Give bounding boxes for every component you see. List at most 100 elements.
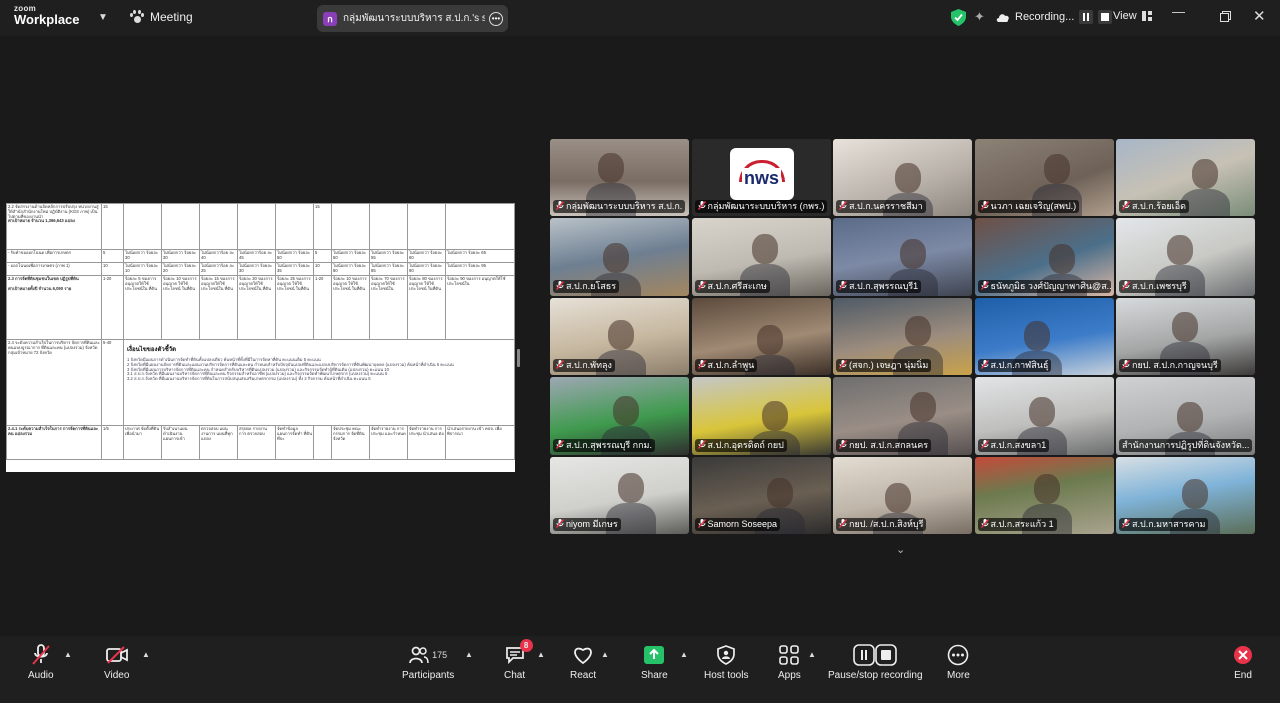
participant-tile[interactable]: (สจก.) เจษฎา นุ่มนิ่ม (833, 297, 972, 376)
microphone-muted-icon (556, 280, 564, 290)
split-view-handle[interactable] (517, 349, 520, 367)
participant-tile[interactable]: กยป. ส.ป.ก.กาญจนบุรี (1116, 297, 1255, 376)
participant-tile[interactable]: ส.ป.ก.พัทลุง (550, 297, 689, 376)
participant-name-text: niyom มีเกษร (566, 518, 618, 529)
video-button[interactable]: Video (104, 644, 129, 681)
view-menu[interactable]: View (1113, 10, 1152, 22)
video-options-caret-icon[interactable]: ▲ (142, 650, 150, 659)
video-off-icon (105, 646, 128, 664)
participant-tile[interactable]: ส.ป.ก.สุพรรณบุรี กกม. (550, 377, 689, 455)
participant-tile[interactable]: กยป. /ส.ป.ก.สิงห์บุรี (833, 456, 972, 534)
microphone-muted-icon (556, 439, 564, 449)
person-silhouette (900, 239, 926, 270)
share-caret-icon[interactable]: ▲ (680, 650, 688, 659)
participant-name: กยป. /ส.ป.ก.สิงห์บุรี (836, 517, 927, 531)
more-button[interactable]: More (947, 644, 970, 681)
participant-tile[interactable]: ส.ป.ก.เพชรบุรี (1116, 218, 1255, 296)
microphone-muted-icon (697, 439, 706, 449)
host-tools-button[interactable]: Host tools (704, 644, 748, 681)
participant-tile[interactable]: Samorn Soseepa (691, 456, 831, 534)
react-caret-icon[interactable]: ▲ (601, 650, 609, 659)
person-silhouette (1043, 154, 1070, 184)
grid-view-icon (1141, 11, 1152, 21)
minimize-icon[interactable]: — (1172, 4, 1185, 19)
participant-tile[interactable]: ส.ป.ก.ลำพูน (691, 297, 831, 376)
person-silhouette (756, 324, 783, 355)
person-silhouette (603, 243, 629, 274)
person-silhouette (905, 315, 931, 346)
participant-tile[interactable]: ส.ป.ก.กาฬสินธุ์ (974, 297, 1114, 376)
participant-tile[interactable]: ส.ป.ก.นครราชสีมา (833, 139, 972, 217)
participant-name-text: กยป. ส.ป.ก.กาญจนบุรี (1132, 360, 1218, 371)
participant-tile[interactable]: ธนัทภูมิธ วงศ์ปัญญาพาศิน@ส... (974, 218, 1114, 296)
participant-tile[interactable]: nws กลุ่มพัฒนาระบบบริหาร (กพร.) (691, 139, 831, 217)
react-button[interactable]: React (570, 644, 596, 681)
participant-tile[interactable]: ส.ป.ก.สระแก้ว 1 (974, 456, 1114, 534)
microphone-muted-icon (839, 360, 847, 370)
pause-recording-button[interactable] (1079, 10, 1094, 24)
more-options-icon[interactable]: ••• (489, 11, 503, 26)
participants-button[interactable]: 175 Participants (402, 644, 454, 681)
participant-name-text: ส.ป.ก.สระแก้ว 1 (990, 518, 1054, 529)
gallery-expand-chevron-icon[interactable]: ⌄ (896, 543, 905, 556)
participant-tile[interactable]: กยป. ส.ป.ก.สกลนคร (833, 377, 972, 455)
participant-tile[interactable]: นวภา เฉยเจริญ(สพป.) (974, 139, 1114, 217)
screen-share-indicator[interactable]: ก กลุ่มพัฒนาระบบบริหาร ส.ป.ก.'s screen •… (317, 5, 508, 32)
end-label: End (1234, 670, 1252, 681)
participant-tile[interactable]: niyom มีเกษร (550, 456, 689, 534)
participant-tile[interactable]: ส.ป.ก.สุพรรณบุรี1 (833, 218, 972, 296)
chat-button[interactable]: 8 Chat (504, 639, 533, 681)
microphone-muted-icon (1122, 360, 1130, 370)
audio-label: Audio (28, 670, 54, 681)
participant-tile[interactable]: ส.ป.ก.สงขลา1 (974, 377, 1114, 455)
microphone-muted-icon (1122, 518, 1130, 528)
ai-companion-icon[interactable]: ✦ (974, 9, 985, 25)
microphone-muted-icon (839, 439, 847, 449)
participant-tile[interactable]: ส.ป.ก.มหาสารคาม (1116, 456, 1255, 534)
participant-tile[interactable]: ส.ป.ก.อุตรดิตถ์ กยป (691, 377, 831, 455)
meeting-menu[interactable]: Meeting (130, 10, 193, 24)
shield-check-icon[interactable] (951, 9, 966, 26)
participant-name: ธนัทภูมิธ วงศ์ปัญญาพาศิน@ส... (977, 279, 1111, 293)
participant-tile[interactable]: ส.ป.ก.ศรีสะเกษ (691, 218, 831, 296)
microphone-muted-icon (1122, 201, 1130, 211)
participants-icon (409, 646, 429, 664)
chat-label: Chat (504, 670, 526, 681)
microphone-muted-icon (839, 518, 847, 528)
pause-stop-recording-button[interactable]: Pause/stop recording (828, 644, 923, 681)
participant-name: ส.ป.ก.อุตรดิตถ์ กยป (694, 438, 787, 452)
participant-name: ส.ป.ก.ลำพูน (694, 359, 758, 373)
video-gallery: กลุ่มพัฒนาระบบบริหาร ส.ป.ก. nws กลุ่มพัฒนา… (550, 139, 1256, 536)
participant-name: niyom มีเกษร (553, 517, 621, 531)
audio-options-caret-icon[interactable]: ▲ (64, 650, 72, 659)
chat-caret-icon[interactable]: ▲ (537, 650, 545, 659)
share-button[interactable]: Share (641, 644, 668, 681)
person-silhouette (618, 472, 644, 503)
close-icon[interactable]: ✕ (1253, 7, 1266, 25)
video-label: Video (104, 670, 130, 681)
participant-name-text: ส.ป.ก.ศรีสะเกษ (707, 280, 768, 291)
stop-recording-button[interactable] (1098, 10, 1113, 24)
participant-tile[interactable]: ส.ป.ก.ยโสธร (550, 218, 689, 296)
person-silhouette (608, 319, 634, 350)
participant-tile[interactable]: กลุ่มพัฒนาระบบบริหาร ส.ป.ก. (550, 139, 689, 217)
participants-label: Participants (402, 670, 455, 681)
share-label: Share (641, 670, 668, 681)
participant-name: (สจก.) เจษฎา นุ่มนิ่ม (836, 359, 932, 373)
participant-name: กลุ่มพัฒนาระบบบริหาร ส.ป.ก. (553, 200, 686, 214)
apps-caret-icon[interactable]: ▲ (808, 650, 816, 659)
host-shield-icon (717, 645, 736, 665)
restore-icon[interactable] (1220, 10, 1231, 25)
participant-name-text: ส.ป.ก.อุตรดิตถ์ กยป (707, 439, 784, 450)
participant-tile[interactable]: สำนักงานการปฏิรูปที่ดินจังหวัด... (1116, 377, 1255, 455)
end-meeting-button[interactable]: End (1233, 644, 1253, 681)
zoom-logo[interactable]: zoom Workplace (14, 5, 80, 27)
participants-caret-icon[interactable]: ▲ (465, 650, 473, 659)
apps-button[interactable]: Apps (778, 644, 801, 681)
table-row: - รับคำขอออกโฉนด เพื่อการเกษตร 5 ไม่น้อยก… (6, 249, 515, 263)
chevron-down-icon[interactable]: ▼ (98, 12, 108, 23)
recording-label: Recording... (1015, 11, 1075, 23)
participant-tile[interactable]: ส.ป.ก.ร้อยเอ็ด (1116, 139, 1255, 217)
participant-name: ส.ป.ก.นครราชสีมา (836, 200, 926, 214)
audio-button[interactable]: Audio (28, 644, 54, 681)
